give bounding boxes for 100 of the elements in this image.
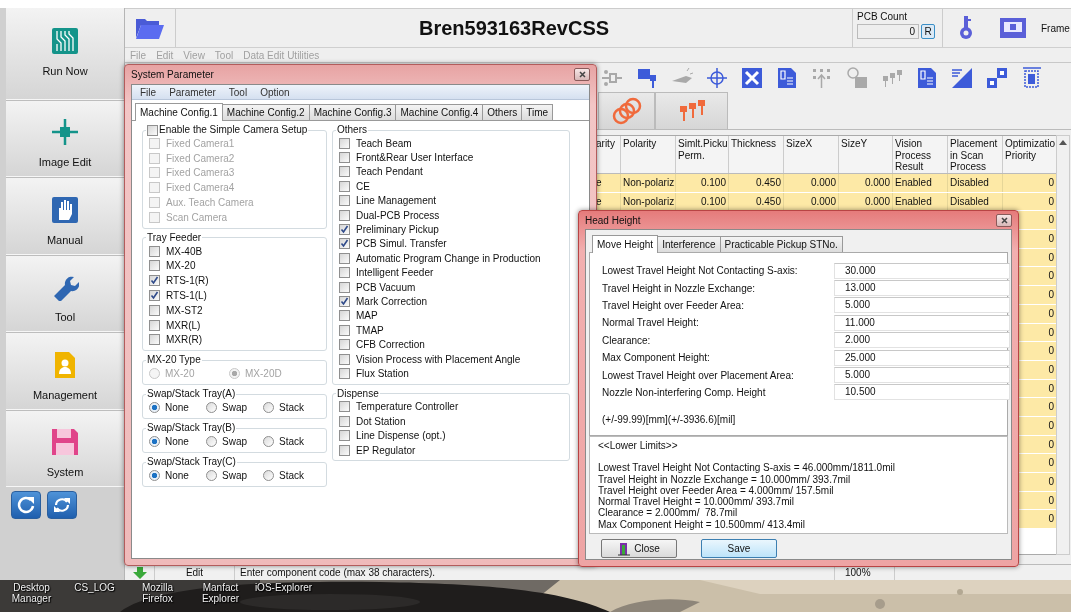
checkbox[interactable] (339, 310, 350, 322)
vertical-scrollbar[interactable] (1056, 135, 1070, 555)
sidebar-button[interactable]: Image Edit (6, 100, 124, 178)
document-icon[interactable] (775, 65, 799, 90)
sync-button[interactable] (47, 490, 77, 519)
radio-button[interactable] (206, 470, 217, 482)
desktop-icon-label[interactable]: CS_LOG (63, 582, 126, 604)
monitor-icon[interactable] (999, 17, 1027, 39)
radio-button[interactable] (206, 436, 217, 448)
checkbox[interactable] (339, 267, 350, 279)
tab[interactable]: Others (482, 104, 523, 120)
tab[interactable]: Machine Config.3 (308, 104, 397, 120)
menu-item[interactable]: Parameter (169, 86, 216, 98)
desktop-icon-label[interactable]: iOS-Explorer (252, 582, 315, 604)
sidebar-button[interactable]: Run Now (6, 8, 124, 100)
input-field[interactable]: 11.000 (834, 314, 1010, 331)
checkbox[interactable] (339, 415, 350, 427)
checkbox[interactable] (149, 290, 160, 302)
squares-icon[interactable] (985, 65, 1009, 90)
checkbox-label: Aux. Teach Camera (166, 197, 254, 209)
checkbox[interactable] (149, 260, 160, 272)
radio-button[interactable] (263, 436, 274, 448)
checkbox[interactable] (147, 124, 158, 136)
menu-item[interactable]: Tool (228, 86, 248, 98)
desktop-icon-label[interactable]: Manfact Explorer (189, 582, 252, 604)
checkbox[interactable] (339, 209, 350, 221)
checkbox[interactable] (149, 275, 160, 287)
input-field[interactable]: 10.500 (834, 384, 1010, 401)
input-field[interactable]: 5.000 (834, 297, 1010, 314)
checkbox[interactable] (339, 401, 350, 413)
input-field[interactable]: 5.000 (834, 367, 1010, 384)
sidebar-button[interactable]: System (6, 409, 124, 487)
radio-button[interactable] (149, 436, 160, 448)
chip-outline-icon[interactable] (1020, 65, 1044, 90)
checkbox-label: MX-20 (166, 260, 196, 272)
desktop-icon-label[interactable]: Desktop Manager (0, 582, 63, 604)
tab[interactable]: Machine Config.4 (395, 104, 484, 120)
checkbox[interactable] (339, 367, 350, 379)
menu-item[interactable]: Option (260, 86, 290, 98)
menu-item[interactable]: File (140, 86, 157, 98)
checkbox[interactable] (339, 296, 350, 307)
column-header[interactable]: SizeY (839, 136, 893, 173)
sidebar-button[interactable]: Tool (6, 254, 124, 333)
document-icon[interactable] (915, 65, 939, 90)
key-icon[interactable] (957, 15, 974, 41)
checkbox[interactable] (339, 152, 350, 164)
checkbox[interactable] (339, 238, 350, 250)
close-button[interactable] (574, 67, 590, 81)
tab[interactable]: Machine Config.2 (221, 104, 310, 120)
checkbox[interactable] (339, 166, 350, 178)
checkbox[interactable] (149, 319, 160, 331)
radio-label: None (165, 436, 189, 448)
checkbox[interactable] (339, 252, 350, 264)
input-field[interactable]: 13.000 (834, 280, 1010, 297)
close-button[interactable] (996, 213, 1012, 227)
checkbox[interactable] (339, 137, 350, 149)
radio-button[interactable] (149, 402, 160, 414)
group-title: Dispense (337, 387, 379, 400)
checkbox[interactable] (339, 180, 350, 192)
folder-icon[interactable] (135, 16, 165, 40)
icon-tab[interactable] (655, 92, 728, 129)
column-header[interactable]: Thickness (729, 136, 784, 173)
checkbox[interactable] (339, 430, 350, 442)
checkbox[interactable] (149, 245, 160, 257)
checkbox[interactable] (339, 339, 350, 351)
checkbox[interactable] (339, 224, 350, 236)
tab[interactable]: Practicable Pickup STNo. (719, 236, 843, 252)
radio-button[interactable] (263, 470, 274, 482)
dialog-button[interactable]: Save (701, 539, 777, 558)
desktop-icon-label[interactable]: Mozilla Firefox (126, 582, 189, 604)
sidebar-button[interactable]: Manual (6, 177, 124, 255)
checkbox[interactable] (339, 353, 350, 365)
tab[interactable]: Machine Config.1 (135, 103, 223, 121)
column-header[interactable]: Polarity (621, 136, 676, 173)
dialog-button[interactable]: Close (601, 539, 677, 558)
radio-button[interactable] (206, 402, 217, 414)
column-header[interactable]: Vision Process Result (893, 136, 948, 173)
tab[interactable]: Interference (657, 236, 721, 252)
reset-button[interactable]: R (921, 24, 935, 39)
input-field[interactable]: 2.000 (834, 332, 1010, 349)
refresh-button[interactable] (11, 490, 41, 519)
sidebar-button[interactable]: Management (6, 332, 124, 410)
tab[interactable]: Time (521, 104, 554, 120)
tab[interactable]: Move Height (592, 235, 659, 253)
checkbox[interactable] (149, 304, 160, 316)
column-header[interactable]: Placement in Scan Process (948, 136, 1003, 173)
checkbox[interactable] (339, 281, 350, 293)
checkbox[interactable] (339, 324, 350, 336)
crosshair-icon[interactable] (705, 65, 729, 90)
input-field[interactable]: 30.000 (834, 262, 1010, 279)
checkbox[interactable] (339, 195, 350, 207)
checkbox[interactable] (149, 334, 160, 346)
input-field[interactable]: 25.000 (834, 349, 1010, 366)
column-header[interactable]: Simlt.Picku Perm. (676, 136, 729, 173)
checkbox[interactable] (339, 444, 350, 456)
radio-button[interactable] (263, 402, 274, 414)
crossed-box-icon[interactable] (740, 65, 764, 90)
radio-button[interactable] (149, 470, 160, 482)
icon-tab[interactable] (598, 92, 655, 129)
column-header[interactable]: SizeX (784, 136, 839, 173)
